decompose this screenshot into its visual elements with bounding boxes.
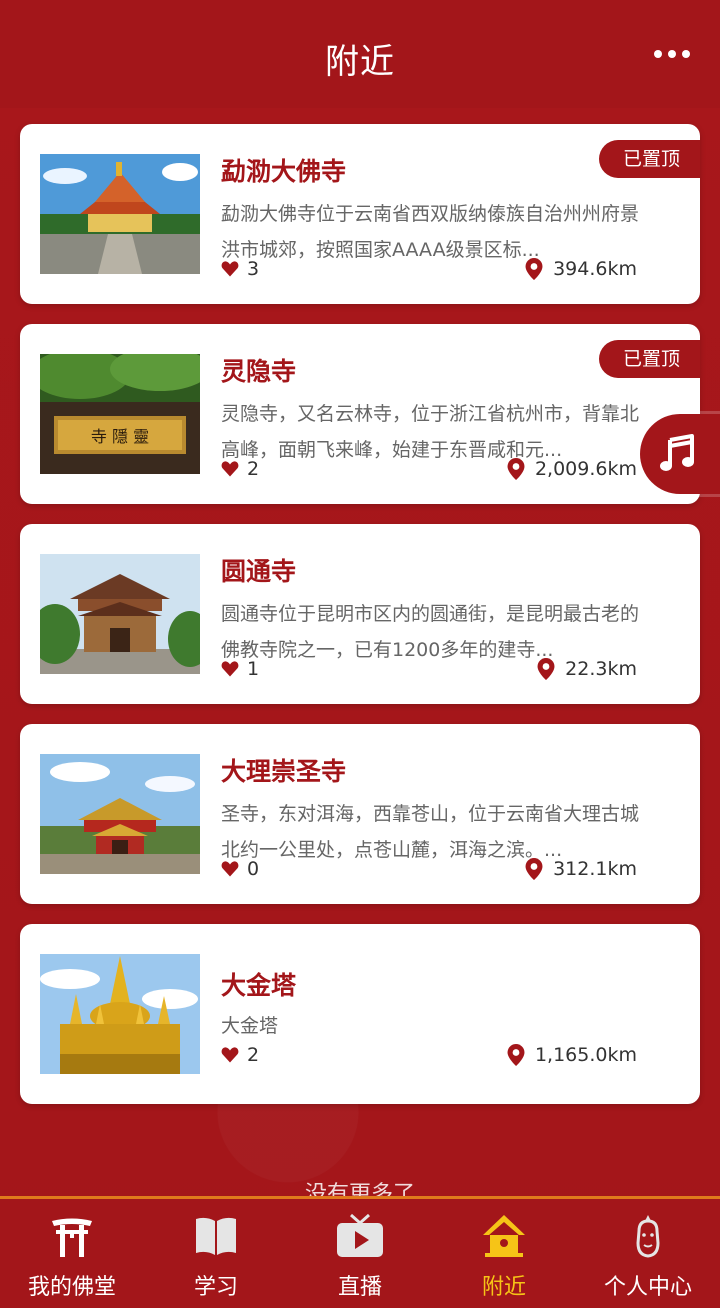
location-pin-icon (525, 258, 543, 280)
location-pin-icon (525, 858, 543, 880)
tv-play-icon (337, 1213, 383, 1257)
likes-count: 0 (247, 858, 260, 880)
heart-icon (221, 461, 239, 477)
distance-value: 312.1km (553, 858, 637, 880)
heart-icon (221, 261, 239, 277)
distance: 312.1km (525, 858, 637, 880)
temple-thumbnail (40, 154, 200, 274)
book-icon (196, 1217, 236, 1255)
location-pin-icon (537, 658, 555, 680)
temple-thumbnail (40, 954, 200, 1074)
likes-count: 3 (247, 258, 260, 280)
likes-count: 1 (247, 658, 260, 680)
no-more-text: 没有更多了 (304, 1182, 415, 1198)
tab-nearby[interactable]: 附近 (432, 1199, 576, 1308)
likes[interactable]: 0 (221, 858, 259, 880)
distance-value: 1,165.0km (534, 1044, 637, 1066)
temple-meta: 1 22.3km (221, 658, 637, 686)
temple-meta: 0 312.1km (221, 858, 637, 886)
tab-my-hall[interactable]: 我的佛堂 (0, 1199, 144, 1308)
likes[interactable]: 1 (221, 658, 259, 680)
distance: 2,009.6km (507, 458, 637, 480)
heart-icon (221, 1047, 239, 1063)
tab-label: 附近 (481, 1275, 526, 1300)
distance: 1,165.0km (507, 1044, 637, 1066)
distance-value: 394.6km (553, 258, 637, 280)
pinned-badge: 已置顶 (598, 340, 700, 378)
temple-description: 大金塔 (221, 1015, 279, 1037)
tab-profile[interactable]: 个人中心 (576, 1199, 720, 1308)
likes-count: 2 (247, 458, 260, 480)
temple-title: 勐泐大佛寺 (221, 157, 347, 186)
temple-meta: 2 2,009.6km (221, 458, 637, 486)
likes[interactable]: 2 (221, 458, 259, 480)
heart-icon (221, 861, 239, 877)
svg-text:寺 隱 靈: 寺 隱 靈 (91, 427, 149, 446)
temple-title: 大金塔 (221, 971, 297, 1000)
tab-study[interactable]: 学习 (144, 1199, 288, 1308)
temple-card[interactable]: 圆通寺 圆通寺位于昆明市区内的圆通街，是昆明最古老的佛教寺院之一，已有1200多… (20, 524, 700, 704)
temple-meta: 3 394.6km (221, 258, 637, 286)
header: 附近 (0, 0, 720, 108)
tab-label: 学习 (193, 1275, 238, 1300)
temple-card[interactable]: 勐泐大佛寺 勐泐大佛寺位于云南省西双版纳傣族自治州州府景洪市城郊，按照国家AAA… (20, 124, 700, 304)
likes-count: 2 (247, 1044, 260, 1066)
temple-card[interactable]: 大金塔 大金塔 2 1,165.0km (20, 924, 700, 1104)
likes[interactable]: 2 (221, 1044, 259, 1066)
location-pin-icon (507, 1044, 525, 1066)
temple-title: 灵隐寺 (221, 357, 297, 386)
temple-list: 勐泐大佛寺 勐泐大佛寺位于云南省西双版纳傣族自治州州府景洪市城郊，按照国家AAA… (20, 124, 700, 1124)
temple-thumbnail (40, 754, 200, 874)
tab-label: 个人中心 (603, 1275, 692, 1300)
buddha-icon (636, 1215, 660, 1258)
likes[interactable]: 3 (221, 258, 259, 280)
distance: 22.3km (537, 658, 637, 680)
page-title: 附近 (325, 42, 395, 82)
bottom-tab-bar: 我的佛堂 学习 直播 附近 个人中心 (0, 1196, 720, 1308)
temple-icon (483, 1215, 525, 1257)
heart-icon (221, 661, 239, 677)
temple-title: 圆通寺 (221, 557, 297, 586)
tab-live[interactable]: 直播 (288, 1199, 432, 1308)
temple-card[interactable]: 寺 隱 靈 灵隐寺 灵隐寺，又名云林寺，位于浙江省杭州市，背靠北高峰，面朝飞来峰… (20, 324, 700, 504)
temple-thumbnail: 寺 隱 靈 (40, 354, 200, 474)
distance-value: 2,009.6km (534, 458, 637, 480)
tab-label: 直播 (337, 1275, 382, 1300)
torii-gate-icon (52, 1218, 92, 1257)
distance-value: 22.3km (565, 658, 637, 680)
temple-thumbnail (40, 554, 200, 674)
music-button[interactable] (640, 414, 720, 494)
temple-card[interactable]: 大理崇圣寺 圣寺，东对洱海，西靠苍山，位于云南省大理古城北约一公里处，点苍山麓，… (20, 724, 700, 904)
distance: 394.6km (525, 258, 637, 280)
music-note-icon (660, 434, 694, 471)
temple-meta: 2 1,165.0km (221, 1044, 637, 1072)
more-menu-icon[interactable] (654, 44, 690, 64)
pinned-badge: 已置顶 (598, 140, 700, 178)
temple-title: 大理崇圣寺 (221, 757, 347, 786)
tab-label: 我的佛堂 (27, 1275, 116, 1300)
location-pin-icon (507, 458, 525, 480)
